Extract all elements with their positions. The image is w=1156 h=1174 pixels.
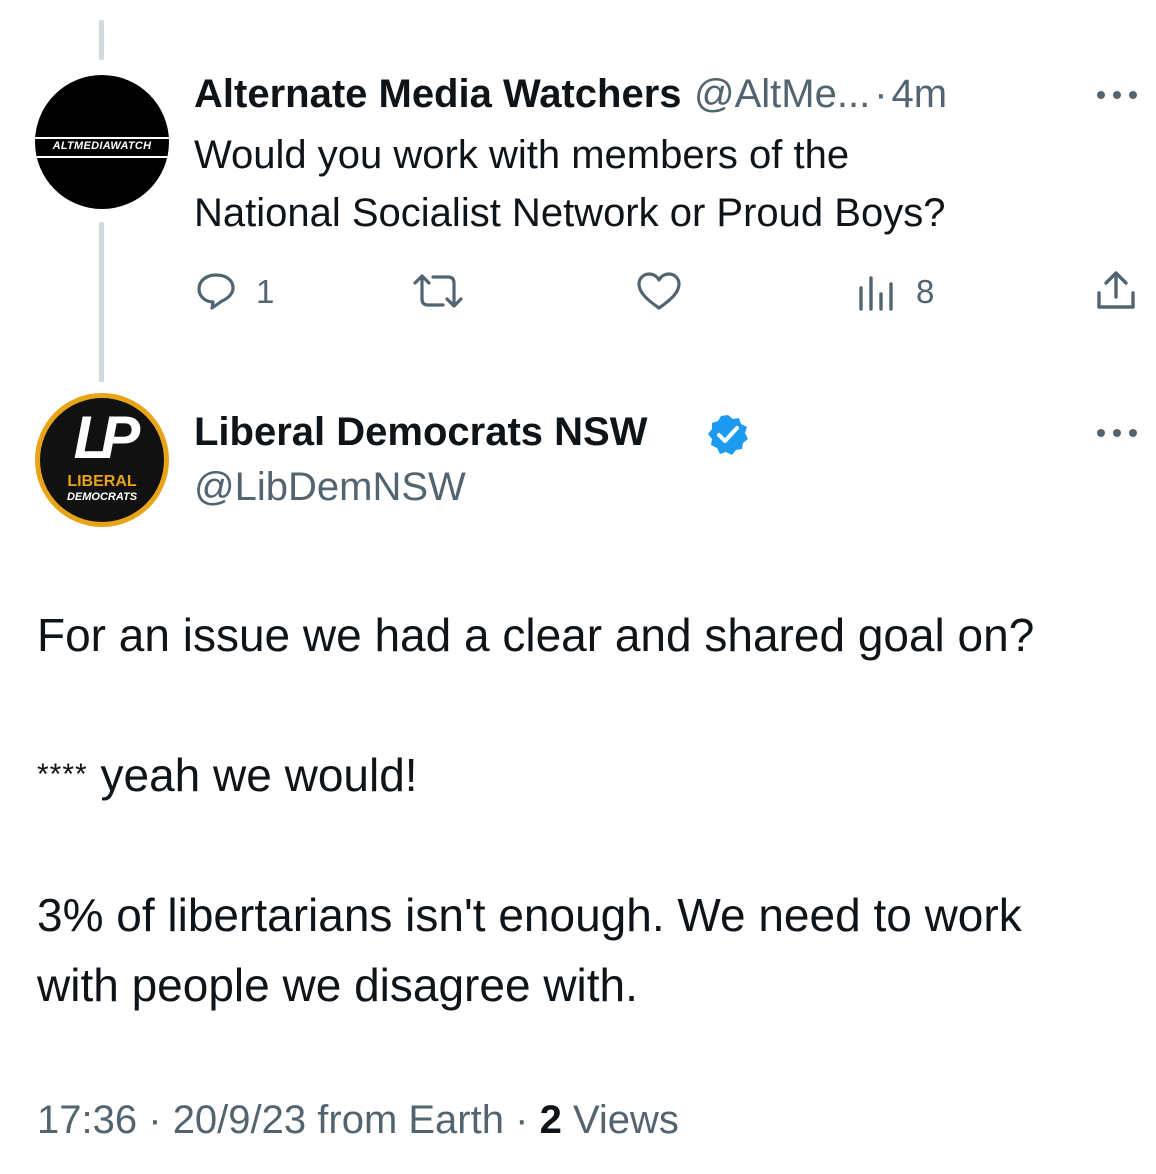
meta-dot-2: ·: [515, 1098, 529, 1142]
tweet-paragraph-2: **** yeah we would!: [37, 740, 418, 810]
views-label[interactable]: Views: [573, 1098, 679, 1142]
avatar-rule-bottom: [35, 156, 169, 158]
avatar-label: ALTMEDIAWATCH: [52, 140, 152, 152]
avatar-libdem[interactable]: LP LIBERAL DEMOCRATS: [35, 393, 169, 527]
post-time[interactable]: 4m: [892, 72, 948, 116]
share-icon[interactable]: [1094, 269, 1138, 313]
reply-text-line-1: Would you work with members of the: [194, 133, 850, 177]
tweet-date[interactable]: 20/9/23 from Earth: [173, 1098, 504, 1142]
retweet-icon[interactable]: [411, 271, 465, 311]
reply-count: 1: [256, 273, 275, 310]
censored-word: ****: [37, 758, 88, 791]
main-author-name[interactable]: Liberal Democrats NSW: [194, 410, 647, 455]
thread-line-top: [99, 20, 104, 60]
main-more-icon[interactable]: [1096, 428, 1138, 438]
logo-text-liberal: LIBERAL: [67, 473, 137, 490]
reply-header: Alternate Media Watchers @AltMe... · 4m: [194, 72, 947, 117]
analytics-icon[interactable]: [856, 272, 896, 312]
tweet-paragraph-3-line-2: with people we disagree with.: [37, 959, 638, 1011]
logo-text-democrats: DEMOCRATS: [66, 491, 138, 503]
avatar-rule-top: [35, 137, 169, 139]
like-icon[interactable]: [636, 271, 682, 311]
main-author-handle[interactable]: @LibDemNSW: [194, 465, 466, 510]
more-icon[interactable]: [1096, 90, 1138, 100]
thread-line: [99, 222, 104, 382]
tweet-paragraph-1: For an issue we had a clear and shared g…: [37, 609, 1035, 661]
paragraph-2-text: yeah we would!: [100, 749, 418, 801]
reply-icon[interactable]: [196, 271, 236, 311]
tweet-metadata: 17:36 · 20/9/23 from Earth · 2 Views: [37, 1098, 679, 1143]
tweet-paragraph-3-line-1: 3% of libertarians isn't enough. We need…: [37, 889, 1022, 941]
meta-dot-1: ·: [148, 1098, 162, 1142]
author-handle[interactable]: @AltMe...: [694, 72, 870, 116]
views-number: 2: [539, 1098, 562, 1142]
reply-text-line-2: National Socialist Network or Proud Boys…: [194, 191, 946, 235]
logo-mark: LP: [73, 404, 141, 471]
header-separator: ·: [874, 72, 888, 116]
tweet-time[interactable]: 17:36: [37, 1098, 137, 1142]
views-count: 8: [916, 273, 935, 310]
verified-badge-icon: [706, 413, 750, 457]
avatar-altmediawatch[interactable]: ALTMEDIAWATCH: [35, 75, 169, 209]
author-name[interactable]: Alternate Media Watchers: [194, 72, 682, 116]
